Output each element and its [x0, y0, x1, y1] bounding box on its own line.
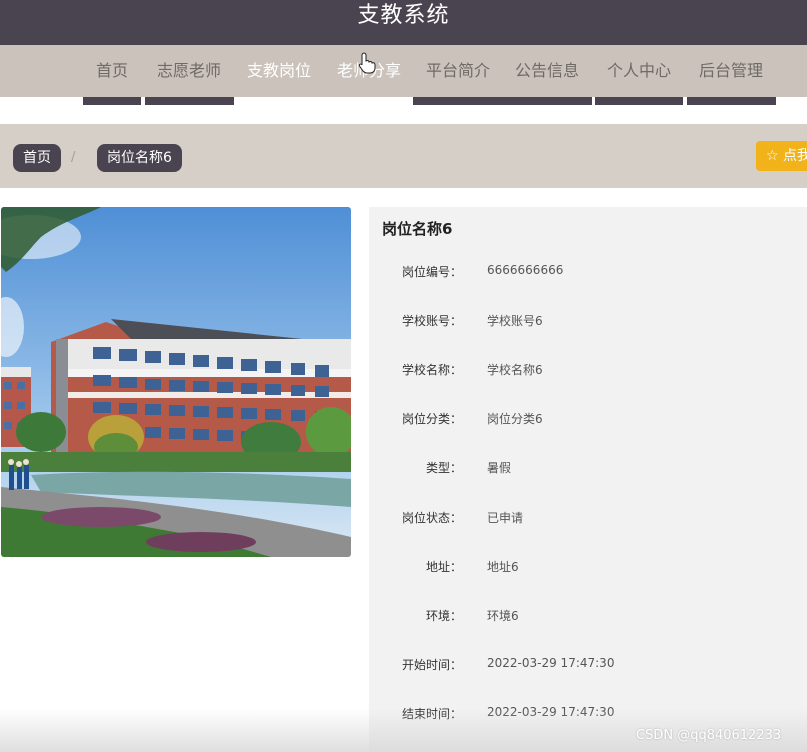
field-label-end-time: 结束时间：: [401, 707, 462, 721]
breadcrumb-home[interactable]: 首页: [13, 144, 61, 172]
breadcrumb-current: 岗位名称6: [97, 144, 182, 172]
field-value-type: 暑假: [487, 461, 512, 475]
site-header: 支教系统: [0, 0, 807, 45]
nav-teaching-posts[interactable]: 支教岗位: [247, 45, 311, 97]
post-title: 岗位名称6: [382, 220, 453, 238]
favorite-button[interactable]: ☆ 点我收藏: [756, 141, 807, 171]
field-value-environment: 环境6: [487, 609, 519, 623]
nav-underbar: [413, 97, 592, 105]
field-value-start-time: 2022-03-29 17:47:30: [487, 656, 615, 670]
main-nav: 首页 志愿老师 支教岗位 老师分享 平台简介 公告信息 个人中心 后台管理: [0, 45, 807, 97]
field-label-environment: 环境：: [425, 609, 462, 623]
field-label-post-status: 岗位状态：: [401, 511, 462, 525]
field-label-school-account: 学校账号：: [401, 314, 462, 328]
field-value-post-number: 6666666666: [487, 263, 564, 277]
nav-home[interactable]: 首页: [96, 45, 128, 97]
nav-underbar: [83, 97, 141, 105]
site-title: 支教系统: [357, 3, 450, 28]
hand-cursor-icon: [358, 52, 376, 74]
field-value-post-status: 已申请: [487, 511, 524, 525]
field-value-school-account: 学校账号6: [487, 314, 543, 328]
nav-admin[interactable]: 后台管理: [699, 45, 763, 97]
field-label-post-number: 岗位编号：: [401, 265, 462, 279]
nav-volunteer-teachers[interactable]: 志愿老师: [157, 45, 221, 97]
field-label-type: 类型：: [425, 461, 462, 475]
watermark: CSDN @qq840612233: [636, 728, 782, 743]
nav-underbar: [687, 97, 776, 105]
field-value-address: 地址6: [487, 560, 519, 574]
field-value-end-time: 2022-03-29 17:47:30: [487, 705, 615, 719]
nav-underbar: [595, 97, 683, 105]
field-value-post-category: 岗位分类6: [487, 412, 543, 426]
breadcrumb-separator: /: [71, 150, 76, 165]
field-label-address: 地址：: [425, 560, 462, 574]
nav-personal-center[interactable]: 个人中心: [607, 45, 671, 97]
nav-underbar: [145, 97, 234, 105]
field-value-school-name: 学校名称6: [487, 363, 543, 377]
nav-platform-intro[interactable]: 平台简介: [426, 45, 490, 97]
field-label-start-time: 开始时间：: [401, 658, 462, 672]
field-label-school-name: 学校名称：: [401, 363, 462, 377]
post-detail-panel: 岗位名称6 岗位编号： 6666666666 学校账号： 学校账号6 学校名称：…: [369, 207, 807, 752]
nav-announcements[interactable]: 公告信息: [515, 45, 579, 97]
post-image: [1, 207, 351, 557]
breadcrumb: 首页 / 岗位名称6: [0, 124, 807, 188]
field-label-post-category: 岗位分类：: [401, 412, 462, 426]
